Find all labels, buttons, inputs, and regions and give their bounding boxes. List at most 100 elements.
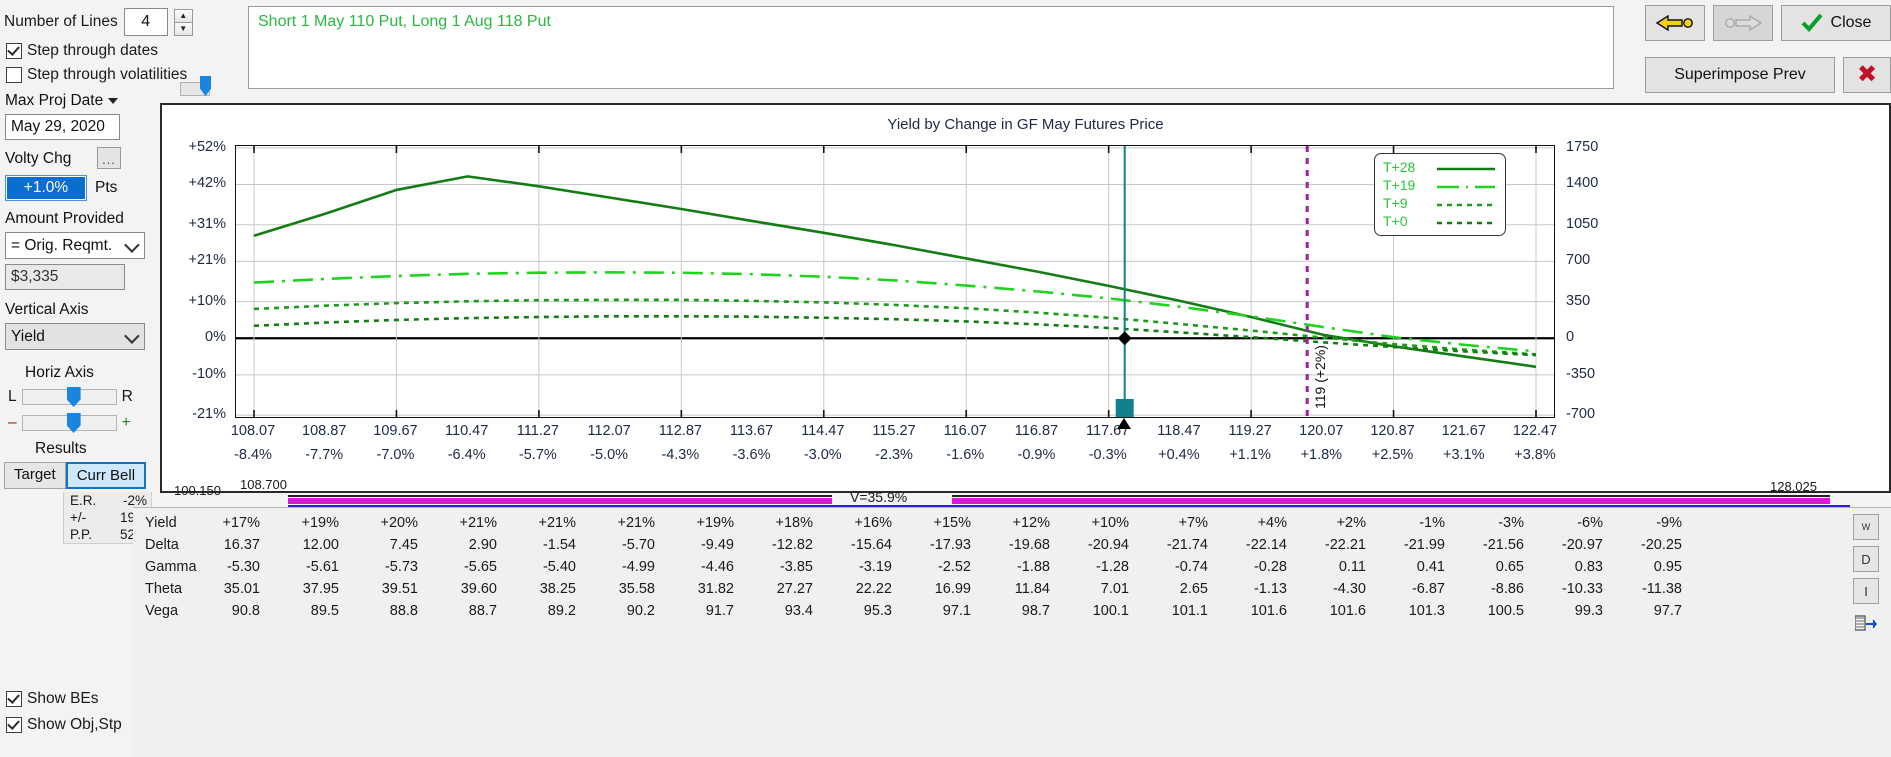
pan-slider-track[interactable] xyxy=(21,387,117,407)
vertical-axis-select[interactable]: Yield xyxy=(5,323,145,350)
prev-button[interactable] xyxy=(1645,5,1705,41)
zoom-in-label[interactable]: + xyxy=(122,414,131,432)
close-button[interactable]: Close xyxy=(1781,5,1891,41)
max-proj-date-dropdown-label[interactable]: Max Proj Date xyxy=(5,92,119,110)
horiz-axis-pan-slider[interactable]: L R xyxy=(8,387,133,407)
export-icon[interactable] xyxy=(1853,610,1879,636)
horiz-axis-zoom-slider[interactable]: – + xyxy=(8,413,131,433)
plot-svg: 119 (+2%) xyxy=(236,146,1554,417)
number-of-lines-input[interactable]: 4 xyxy=(123,8,168,36)
table-cell: +21% xyxy=(459,515,498,531)
checkbox-icon[interactable] xyxy=(6,691,22,707)
result-key: P.P. xyxy=(70,527,93,542)
legend-label: T+28 xyxy=(1383,159,1416,175)
amount-provided-select[interactable]: = Orig. Reqmt. xyxy=(5,232,145,259)
checkbox-icon[interactable] xyxy=(6,43,22,59)
daily-button[interactable]: D xyxy=(1853,546,1879,572)
x-axis-pct-tick: -3.6% xyxy=(732,447,771,463)
table-cell: 16.99 xyxy=(934,581,971,597)
zoom-out-label[interactable]: – xyxy=(8,414,17,432)
chevron-down-icon[interactable] xyxy=(108,97,119,104)
superimpose-prev-button[interactable]: Superimpose Prev xyxy=(1645,57,1835,93)
table-cell: -12.82 xyxy=(771,537,813,553)
table-cell: -3.19 xyxy=(858,559,892,575)
x-axis-price-tick: 111.27 xyxy=(516,423,559,439)
intraday-button[interactable]: I xyxy=(1853,578,1879,604)
series-line-tplus0 xyxy=(253,314,1537,357)
next-button[interactable] xyxy=(1713,5,1773,41)
table-cell: -4.46 xyxy=(700,559,734,575)
chevron-down-icon[interactable] xyxy=(124,327,140,344)
spinner-down-icon[interactable]: ▼ xyxy=(173,21,193,36)
table-cell: 31.82 xyxy=(697,581,734,597)
table-cell: -1.13 xyxy=(1253,581,1287,597)
x-axis-price-tick: 110.47 xyxy=(445,423,489,439)
x-axis-pct-tick: -0.9% xyxy=(1017,447,1056,463)
pan-slider-thumb[interactable] xyxy=(66,387,81,407)
x-axis-price-tick: 116.07 xyxy=(943,423,987,439)
table-cell: +19% xyxy=(301,515,340,531)
chevron-down-icon[interactable] xyxy=(124,236,140,253)
results-label: Results xyxy=(35,440,87,457)
x-axis-price-tick: 120.07 xyxy=(1299,423,1344,439)
number-of-lines-stepper[interactable]: ▲ ▼ xyxy=(173,8,193,36)
current-point-marker xyxy=(1117,331,1132,346)
horiz-axis-left-label: L xyxy=(8,388,17,405)
results-tabs[interactable]: Target Curr Bell xyxy=(4,462,147,489)
step-through-dates-checkbox[interactable]: Step through dates xyxy=(6,42,158,60)
zoom-slider-thumb[interactable] xyxy=(66,413,81,433)
legend-swatch-dashed xyxy=(1435,180,1497,190)
volty-chg-value[interactable]: +1.0% xyxy=(7,177,85,199)
x-axis-pct-tick: -4.3% xyxy=(661,447,700,463)
strategy-description-box[interactable]: Short 1 May 110 Put, Long 1 Aug 118 Put xyxy=(248,6,1614,89)
table-cell: -1.88 xyxy=(1016,559,1050,575)
amount-value-field[interactable]: $3,335 xyxy=(5,264,125,290)
legend-label: T+0 xyxy=(1383,213,1408,229)
vertical-axis-value: Yield xyxy=(11,327,45,345)
legend-item: T+0 xyxy=(1383,212,1497,230)
checkbox-icon[interactable] xyxy=(6,717,22,733)
table-cell: -4.30 xyxy=(1332,581,1366,597)
options-analysis-window: Number of Lines 4 ▲ ▼ Step through dates… xyxy=(0,0,1891,757)
table-cell: +2% xyxy=(1336,515,1366,531)
show-bes-checkbox[interactable]: Show BEs xyxy=(6,690,99,708)
max-proj-date-input[interactable]: May 29, 2020 xyxy=(5,114,120,140)
tab-curr-bell[interactable]: Curr Bell xyxy=(65,462,147,489)
table-cell: -2.52 xyxy=(937,559,971,575)
table-cell: 90.2 xyxy=(626,603,655,619)
volty-chg-options-button[interactable]: ... xyxy=(97,147,121,169)
legend-label: T+19 xyxy=(1383,177,1416,193)
checkbox-icon[interactable] xyxy=(6,67,22,83)
show-objstp-label: Show Obj,Stp xyxy=(27,716,122,733)
table-row-label: Delta xyxy=(145,537,179,553)
table-cell: -5.61 xyxy=(305,559,339,575)
cancel-button[interactable]: ✖ xyxy=(1843,57,1891,93)
volty-chg-input[interactable]: +1.0% xyxy=(5,175,87,201)
table-cell: -9.49 xyxy=(700,537,734,553)
spinner-up-icon[interactable]: ▲ xyxy=(173,8,193,22)
table-cell: -20.97 xyxy=(1561,537,1603,553)
plot-area[interactable]: 119 (+2%) xyxy=(235,145,1555,418)
table-row: Delta 16.37 12.00 7.45 2.90 -1.54 -5.70 -9.49 -1… xyxy=(133,534,1891,556)
tab-target[interactable]: Target xyxy=(4,462,66,489)
table-cell: +21% xyxy=(617,515,656,531)
table-cell: -1% xyxy=(1419,515,1445,531)
number-of-lines-group: Number of Lines 4 ▲ ▼ xyxy=(4,8,193,36)
zoom-slider-track[interactable] xyxy=(21,413,117,433)
greeks-table: Yield +17% +19% +20% +21% +21% +21% +19% +18% +16… xyxy=(133,507,1891,757)
table-cell: 35.58 xyxy=(618,581,655,597)
y-axis-tick-left: 0% xyxy=(205,329,226,346)
weekly-button[interactable]: W xyxy=(1853,514,1879,540)
show-objstp-checkbox[interactable]: Show Obj,Stp xyxy=(6,716,122,734)
table-row-label: Yield xyxy=(145,515,177,531)
table-cell: 7.45 xyxy=(389,537,418,553)
step-through-volatilities-checkbox[interactable]: Step through volatilities xyxy=(6,66,187,84)
checkmark-icon xyxy=(1801,13,1823,32)
table-cell: 35.01 xyxy=(223,581,260,597)
current-price-handle[interactable] xyxy=(1115,399,1134,417)
legend-item: T+9 xyxy=(1383,194,1497,212)
table-cell: 0.41 xyxy=(1416,559,1445,575)
table-cell: -0.74 xyxy=(1174,559,1208,575)
y-axis-tick-right: 0 xyxy=(1566,329,1575,346)
table-cell: +17% xyxy=(222,515,261,531)
